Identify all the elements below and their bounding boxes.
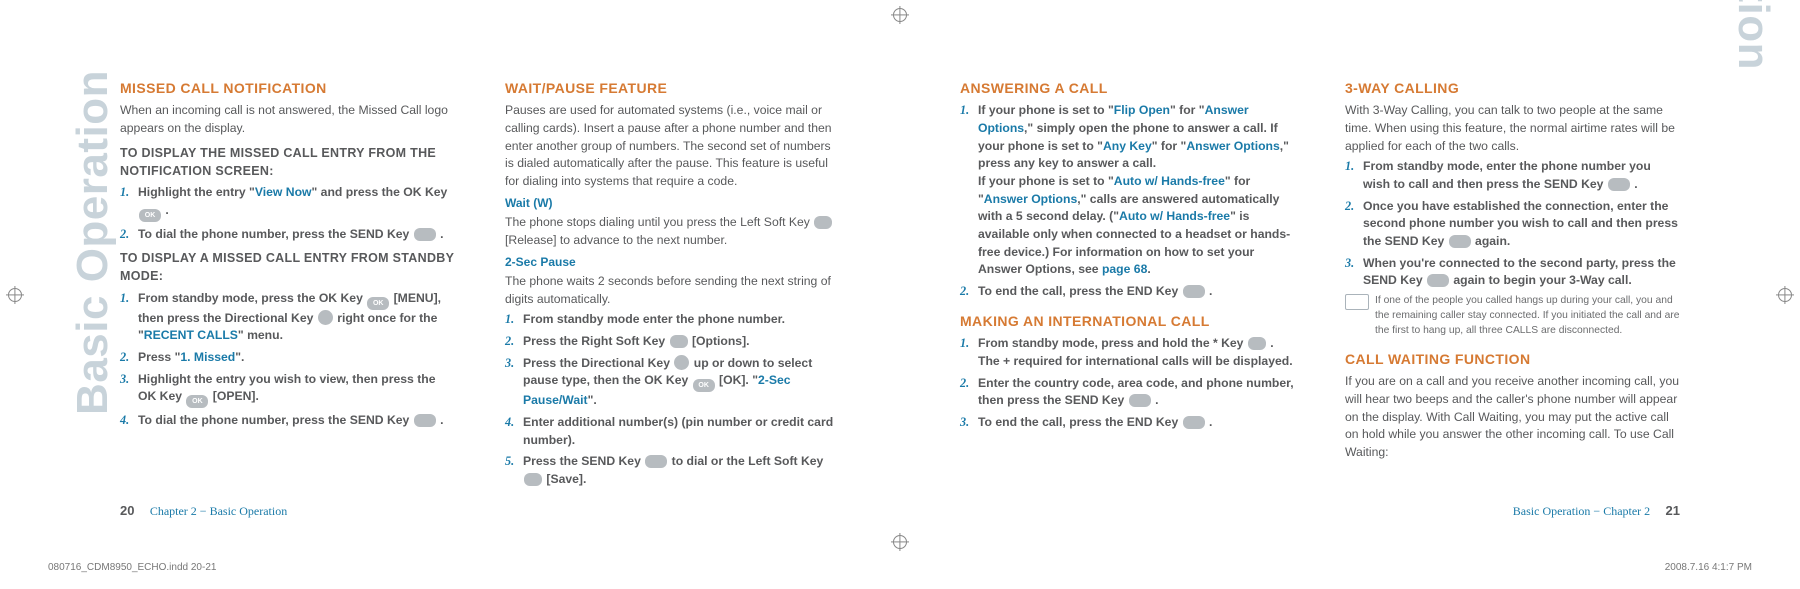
list-item: To dial the phone number, press the SEND… — [120, 226, 455, 244]
subheading: TO DISPLAY A MISSED CALL ENTRY FROM STAN… — [120, 249, 455, 285]
list-item: From standby mode enter the phone number… — [505, 311, 840, 329]
side-tab-label: Basic Operation — [68, 70, 118, 415]
send-key-icon — [414, 414, 436, 427]
directional-key-icon — [674, 355, 689, 370]
list-item: Highlight the entry you wish to view, th… — [120, 371, 455, 409]
heading-call-waiting: CALL WAITING FUNCTION — [1345, 349, 1680, 369]
page-footer: 20 Chapter 2 − Basic Operation — [120, 503, 287, 519]
page-footer: Basic Operation − Chapter 2 21 — [1513, 503, 1680, 519]
list-item: Press the SEND Key to dial or the Left S… — [505, 453, 840, 488]
print-slug-left: 080716_CDM8950_ECHO.indd 20-21 — [48, 562, 216, 573]
list-item: Once you have established the connection… — [1345, 198, 1680, 251]
ordered-list: If your phone is set to "Flip Open" for … — [960, 102, 1295, 301]
send-key-icon — [1449, 235, 1471, 248]
heading-answering: ANSWERING A CALL — [960, 78, 1295, 98]
body-text: If you are on a call and you receive ano… — [1345, 373, 1680, 461]
send-key-icon — [1129, 394, 1151, 407]
list-item: Enter additional number(s) (pin number o… — [505, 414, 840, 449]
page-left: Basic Operation MISSED CALL NOTIFICATION… — [0, 0, 900, 589]
list-item: Press "1. Missed". — [120, 349, 455, 367]
ordered-list: From standby mode, press the OK Key OK [… — [120, 290, 455, 430]
right-softkey-icon — [670, 335, 688, 348]
list-item: Enter the country code, area code, and p… — [960, 375, 1295, 410]
ordered-list: Highlight the entry "View Now" and press… — [120, 184, 455, 243]
ordered-list: From standby mode, enter the phone numbe… — [1345, 158, 1680, 290]
body-text: When an incoming call is not answered, t… — [120, 102, 455, 137]
note: If one of the people you called hangs up… — [1345, 294, 1680, 339]
right-col-1: ANSWERING A CALL If your phone is set to… — [960, 78, 1295, 465]
list-item: To end the call, press the END Key . — [960, 283, 1295, 301]
mini-heading: Wait (W) — [505, 195, 840, 212]
list-item: To dial the phone number, press the SEND… — [120, 412, 455, 430]
list-item: To end the call, press the END Key . — [960, 414, 1295, 432]
left-softkey-icon — [524, 473, 542, 486]
note-icon — [1345, 294, 1369, 310]
end-key-icon — [1183, 285, 1205, 298]
list-item: Press the Directional Key up or down to … — [505, 355, 840, 410]
ok-key-icon: OK — [367, 297, 389, 310]
mini-heading: 2-Sec Pause — [505, 254, 840, 271]
list-item: If your phone is set to "Flip Open" for … — [960, 102, 1295, 279]
heading-missed-call: MISSED CALL NOTIFICATION — [120, 78, 455, 98]
print-slug-right: 2008.7.16 4:1:7 PM — [1665, 562, 1752, 573]
ok-key-icon: OK — [186, 395, 208, 408]
left-col-1: MISSED CALL NOTIFICATION When an incomin… — [120, 78, 455, 493]
list-item: From standby mode, enter the phone numbe… — [1345, 158, 1680, 193]
page-spread: Basic Operation MISSED CALL NOTIFICATION… — [0, 0, 1800, 589]
page-number: 20 — [120, 503, 134, 518]
ok-key-icon: OK — [139, 209, 161, 222]
ordered-list: From standby mode enter the phone number… — [505, 311, 840, 489]
right-col-2: 3-WAY CALLING With 3-Way Calling, you ca… — [1345, 78, 1680, 465]
end-key-icon — [1183, 416, 1205, 429]
send-key-icon — [645, 455, 667, 468]
list-item: From standby mode, press the OK Key OK [… — [120, 290, 455, 345]
list-item: When you're connected to the second part… — [1345, 255, 1680, 290]
page-right: Basic Operation ANSWERING A CALL If your… — [900, 0, 1800, 589]
side-tab-label: Basic Operation — [1728, 0, 1778, 70]
star-key-icon — [1248, 337, 1266, 350]
chapter-label: Chapter 2 − Basic Operation — [150, 504, 287, 518]
page-number: 21 — [1666, 503, 1680, 518]
left-softkey-icon — [814, 216, 832, 229]
list-item: Press the Right Soft Key [Options]. — [505, 333, 840, 351]
list-item: From standby mode, press and hold the * … — [960, 335, 1295, 370]
body-text: With 3-Way Calling, you can talk to two … — [1345, 102, 1680, 155]
ordered-list: From standby mode, press and hold the * … — [960, 335, 1295, 431]
list-item: Highlight the entry "View Now" and press… — [120, 184, 455, 222]
body-text: The phone stops dialing until you press … — [505, 214, 840, 249]
send-key-icon — [1608, 178, 1630, 191]
directional-key-icon — [318, 310, 333, 325]
body-text: The phone waits 2 seconds before sending… — [505, 273, 840, 308]
heading-3way: 3-WAY CALLING — [1345, 78, 1680, 98]
send-key-icon — [414, 228, 436, 241]
note-text: If one of the people you called hangs up… — [1375, 294, 1680, 339]
heading-wait-pause: WAIT/PAUSE FEATURE — [505, 78, 840, 98]
heading-international: MAKING AN INTERNATIONAL CALL — [960, 311, 1295, 331]
chapter-label: Basic Operation − Chapter 2 — [1513, 504, 1650, 518]
ok-key-icon: OK — [693, 379, 715, 392]
body-text: Pauses are used for automated systems (i… — [505, 102, 840, 190]
subheading: TO DISPLAY THE MISSED CALL ENTRY FROM TH… — [120, 144, 455, 180]
left-col-2: WAIT/PAUSE FEATURE Pauses are used for a… — [505, 78, 840, 493]
send-key-icon — [1427, 274, 1449, 287]
